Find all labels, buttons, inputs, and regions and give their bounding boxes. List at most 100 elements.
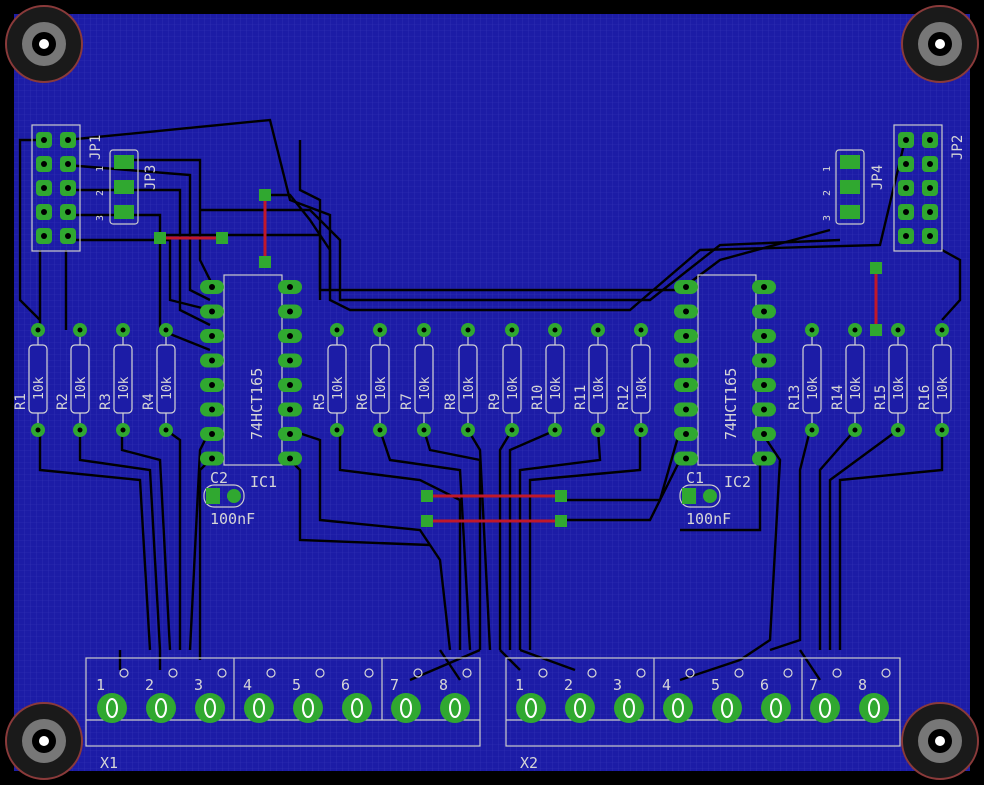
drill-hole xyxy=(552,327,558,333)
drill-hole xyxy=(163,427,169,433)
drill-hole xyxy=(334,427,340,433)
drill-hole xyxy=(41,137,47,143)
drill-hole xyxy=(761,284,767,290)
resistor-name: R6 xyxy=(355,393,371,410)
terminal-pad xyxy=(565,693,595,723)
drill-hole xyxy=(903,137,909,143)
terminal-pad xyxy=(859,693,889,723)
resistor-value: 10k xyxy=(32,376,47,400)
drill-hole xyxy=(638,427,644,433)
terminal-label: 5 xyxy=(292,676,301,694)
resistor-name: R13 xyxy=(787,385,803,410)
mount-hole-br xyxy=(901,702,979,780)
drill-hole xyxy=(595,427,601,433)
drill-hole xyxy=(209,431,215,437)
drill-hole xyxy=(903,209,909,215)
drill-hole xyxy=(209,333,215,339)
jp4-label: JP4 xyxy=(870,165,886,190)
drill-hole xyxy=(761,431,767,437)
terminal-label: 7 xyxy=(809,676,818,694)
mount-hole-tr xyxy=(901,5,979,83)
drill-hole xyxy=(509,327,515,333)
terminal-pad xyxy=(391,693,421,723)
terminal-pad xyxy=(761,693,791,723)
drill-hole xyxy=(683,284,689,290)
terminal-label: 3 xyxy=(613,676,622,694)
jp3-label: JP3 xyxy=(143,165,159,190)
drill-hole xyxy=(939,327,945,333)
terminal-label: 1 xyxy=(96,676,105,694)
resistor-value: 10k xyxy=(936,376,951,400)
resistor-value: 10k xyxy=(549,376,564,400)
drill-hole xyxy=(852,327,858,333)
drill-hole xyxy=(209,382,215,388)
drill-hole xyxy=(761,455,767,462)
drill-hole xyxy=(421,327,427,333)
resistor-value: 10k xyxy=(331,376,346,400)
jp4-pin1: 1 xyxy=(822,166,833,172)
resistor-value: 10k xyxy=(462,376,477,400)
resistor-name: R5 xyxy=(312,393,328,410)
resistor-name: R14 xyxy=(830,385,846,410)
drill-hole xyxy=(287,284,293,290)
ic2-part-label: 74HCT165 xyxy=(722,368,740,440)
drill-hole xyxy=(334,327,340,333)
resistor-value: 10k xyxy=(892,376,907,400)
drill-hole xyxy=(287,357,293,364)
jp3-pin2: 2 xyxy=(95,190,106,196)
c1-value: 100nF xyxy=(686,510,731,528)
drill-hole xyxy=(163,327,169,333)
resistor-value: 10k xyxy=(592,376,607,400)
pcb-layout: JP1 JP2 JP3 1 2 3 JP4 1 2 3 74HCT165 IC1… xyxy=(0,0,984,785)
drill-hole xyxy=(638,327,644,333)
drill-hole xyxy=(895,427,901,433)
x2-label: X2 xyxy=(520,754,538,772)
drill-hole xyxy=(927,137,933,143)
terminal-pad xyxy=(244,693,274,723)
drill-hole xyxy=(209,284,215,290)
drill-hole xyxy=(595,327,601,333)
resistor-value: 10k xyxy=(418,376,433,400)
resistor-name: R2 xyxy=(55,393,71,410)
mount-hole-tl xyxy=(5,5,83,83)
terminal-pad xyxy=(97,693,127,723)
drill-hole xyxy=(209,406,215,413)
ic1-part-label: 74HCT165 xyxy=(248,368,266,440)
c2-value: 100nF xyxy=(210,510,255,528)
terminal-pad xyxy=(342,693,372,723)
jp3-pin3: 3 xyxy=(95,215,106,221)
drill-hole xyxy=(287,455,293,462)
terminal-pad xyxy=(663,693,693,723)
terminal-label: 2 xyxy=(564,676,573,694)
terminal-pad xyxy=(614,693,644,723)
drill-hole xyxy=(41,233,47,239)
drill-hole xyxy=(65,185,71,191)
drill-hole xyxy=(287,333,293,339)
terminal-label: 8 xyxy=(858,676,867,694)
drill-hole xyxy=(683,357,689,364)
drill-hole xyxy=(120,327,126,333)
drill-hole xyxy=(903,161,909,167)
drill-hole xyxy=(287,382,293,388)
resistor-value: 10k xyxy=(506,376,521,400)
resistor-value: 10k xyxy=(374,376,389,400)
drill-hole xyxy=(852,427,858,433)
drill-hole xyxy=(287,431,293,437)
terminal-pad xyxy=(712,693,742,723)
resistor-name: R8 xyxy=(443,393,459,410)
drill-hole xyxy=(41,209,47,215)
jp2-label: JP2 xyxy=(950,135,966,160)
drill-hole xyxy=(809,427,815,433)
drill-hole xyxy=(552,427,558,433)
drill-hole xyxy=(683,308,689,315)
drill-hole xyxy=(377,427,383,433)
drill-hole xyxy=(683,406,689,413)
resistor-name: R4 xyxy=(141,393,157,410)
jp4-pin2: 2 xyxy=(822,190,833,196)
ic2-name-label: IC2 xyxy=(724,473,751,491)
drill-hole xyxy=(465,427,471,433)
jp1-label: JP1 xyxy=(88,135,104,160)
drill-hole xyxy=(65,137,71,143)
terminal-label: 4 xyxy=(662,676,671,694)
terminal-pad xyxy=(440,693,470,723)
